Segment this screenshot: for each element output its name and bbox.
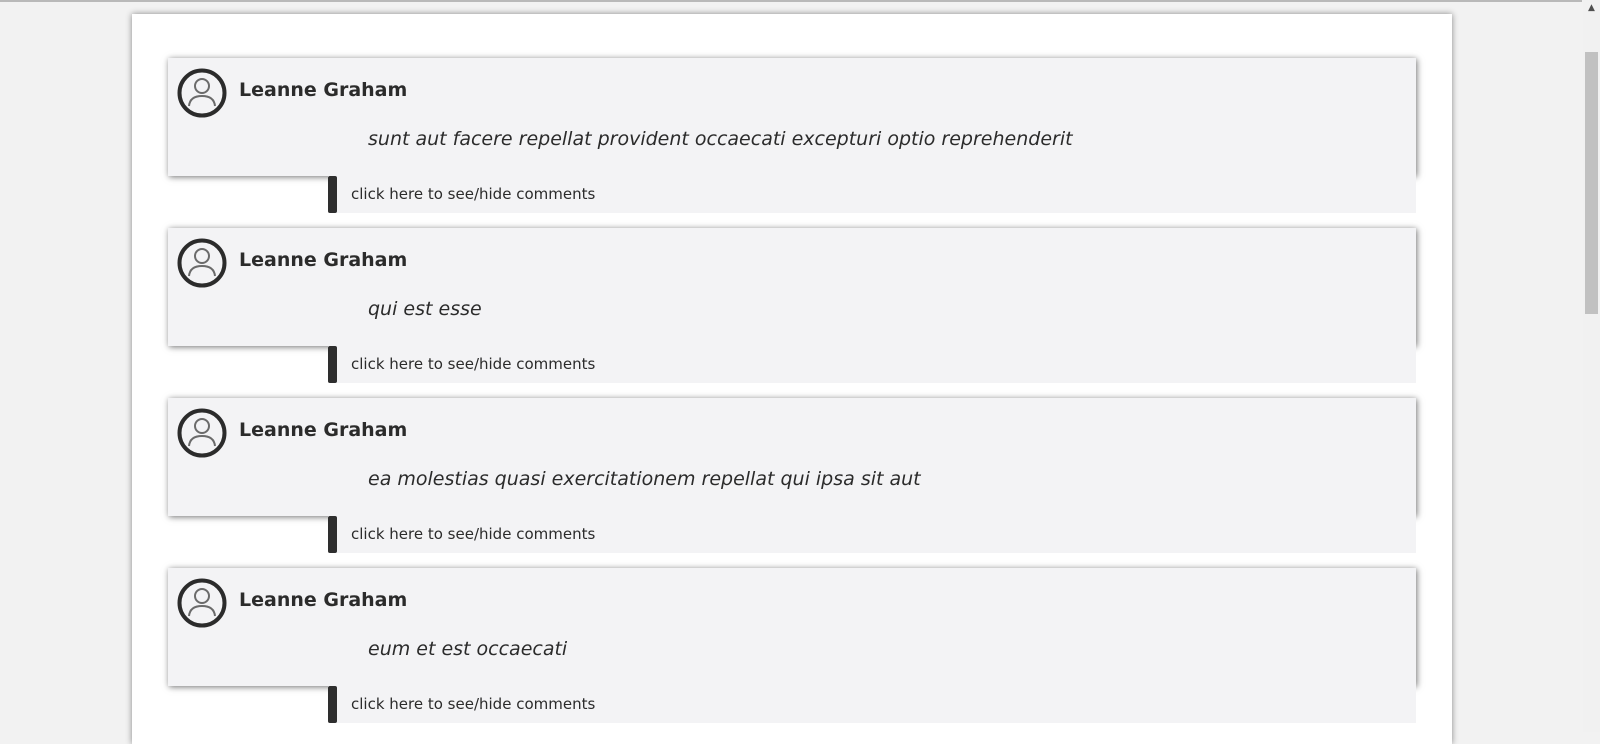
posts-container: Leanne Graham sunt aut facere repellat p… [132,14,1452,744]
post-title: eum et est occaecati [368,638,568,660]
user-avatar-icon [177,408,227,458]
toggle-comments-link[interactable]: click here to see/hide comments [351,525,595,543]
post-item: Leanne Graham qui est esse click here to… [168,228,1416,383]
post-card: Leanne Graham sunt aut facere repellat p… [168,58,1416,176]
comments-bar: click here to see/hide comments [328,516,1416,553]
post-title: qui est esse [368,298,482,320]
scrollbar-thumb[interactable] [1585,52,1598,314]
comments-handle [328,686,337,723]
post-title: ea molestias quasi exercitationem repell… [368,468,921,490]
top-border [0,0,1582,2]
post-author: Leanne Graham [239,79,408,101]
post-author: Leanne Graham [239,249,408,271]
post-title: sunt aut facere repellat provident occae… [368,128,1073,150]
post-card: Leanne Graham qui est esse [168,228,1416,346]
comments-handle [328,176,337,213]
post-item: Leanne Graham ea molestias quasi exercit… [168,398,1416,553]
post-card: Leanne Graham ea molestias quasi exercit… [168,398,1416,516]
user-avatar-icon [177,238,227,288]
user-avatar-icon [177,68,227,118]
toggle-comments-link[interactable]: click here to see/hide comments [351,355,595,373]
toggle-comments-link[interactable]: click here to see/hide comments [351,185,595,203]
post-author: Leanne Graham [239,589,408,611]
post-card: Leanne Graham eum et est occaecati [168,568,1416,686]
toggle-comments-link[interactable]: click here to see/hide comments [351,695,595,713]
comments-handle [328,516,337,553]
user-avatar-icon [177,578,227,628]
vertical-scrollbar[interactable]: ▲ [1583,0,1600,732]
post-item: Leanne Graham eum et est occaecati click… [168,568,1416,723]
comments-bar: click here to see/hide comments [328,686,1416,723]
post-author: Leanne Graham [239,419,408,441]
comments-bar: click here to see/hide comments [328,176,1416,213]
post-item: Leanne Graham sunt aut facere repellat p… [168,58,1416,213]
scroll-up-arrow-icon[interactable]: ▲ [1583,0,1600,17]
comments-bar: click here to see/hide comments [328,346,1416,383]
comments-handle [328,346,337,383]
